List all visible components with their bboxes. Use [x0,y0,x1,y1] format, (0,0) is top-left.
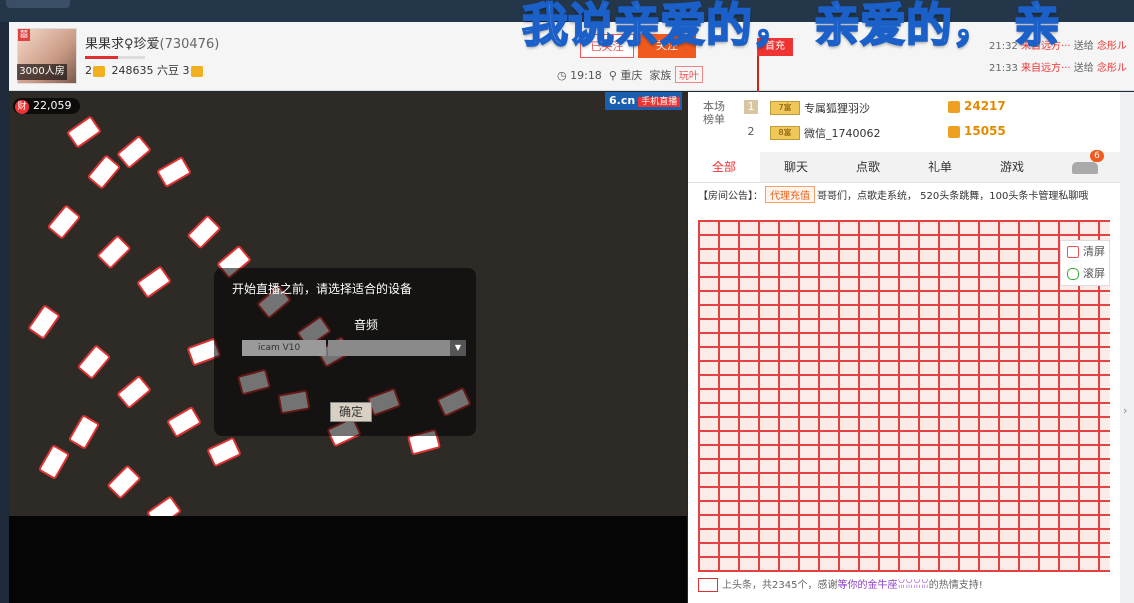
rank-score: 24217 [964,99,1006,113]
location-icon: ⚲ [608,69,617,82]
gift-badge-icon [166,405,202,439]
page-scrollbar[interactable]: › [1120,92,1134,603]
fortune-icon: 财 [15,100,29,114]
car-count-badge: 6 [1090,150,1104,162]
rank-score: 15055 [964,124,1006,138]
device-select-dialog: 开始直播之前，请选择适合的设备 音频 icam V10 ▼ 确定 [214,268,476,436]
danmu-text: 我说亲爱的， 亲爱的， 亲 [521,0,1061,52]
fan-name[interactable]: 等你的金牛座ꈍꈍꈍꈍ [837,580,928,591]
ranking-row[interactable]: 1 7富 专属狐狸羽沙 24217 [744,98,1114,118]
gift-badge-icon [76,344,112,380]
wealth-level-badge: 8富 [770,126,800,140]
dialog-title: 开始直播之前，请选择适合的设备 [232,282,413,296]
family-tag[interactable]: 玩叶 [674,66,703,83]
tab-game[interactable]: 游戏 [976,152,1048,182]
coin-icon [948,126,960,138]
ranking-header[interactable]: 本场榜单 [702,100,726,126]
tab-song[interactable]: 点歌 [832,152,904,182]
gift-badge-icon [27,303,61,341]
side-panel: 本场榜单 1 7富 专属狐狸羽沙 24217 2 8富 微信_1740062 1… [688,92,1120,603]
chevron-right-icon[interactable]: › [1123,404,1127,417]
level-b: 3 [182,64,190,77]
anchor-name-text: 果果求♀珍爱 [85,37,160,52]
crown-icon [93,65,105,77]
gift-badge-icon [156,155,192,189]
mobile-live-badge: 手机直播 [638,97,681,107]
rank-number: 1 [744,100,758,114]
gift-badge-icon [116,134,152,170]
confirm-button[interactable]: 确定 [330,402,372,422]
level-a: 2 [85,64,92,77]
audio-device-select[interactable]: ▼ [328,340,466,356]
tab-chat[interactable]: 聊天 [760,152,832,182]
avatar-badge-icon: 囍 [18,29,30,41]
agent-recharge-tag[interactable]: 代理充值 [765,186,815,203]
beans-count: 248635 六豆 [111,64,180,77]
gift-badge-icon [86,154,122,190]
fortune-value: 22,059 [33,99,72,112]
location: 重庆 [620,69,643,82]
tab-gift-list[interactable]: 礼单 [904,152,976,182]
fortune-counter: 财 22,059 [13,98,80,114]
room-notice: 【房间公告】： 代理充值 哥哥们，点歌走系统， 520头条跳舞，100头条卡管理私聊… [698,186,1088,203]
video-lower-black [9,516,687,603]
gift-badge-icon [65,115,103,149]
logo-text: 6.cn [609,94,636,107]
notice-text: 哥哥们，点歌走系统， 520头条跳舞，100头条卡管理私聊哦 [817,191,1089,202]
chat-tabs: 全部 聊天 点歌 礼单 游戏 6 [688,150,1120,183]
gift-badge-icon [67,414,101,450]
gift-icon [698,578,718,592]
family-label: 家族 [649,69,672,82]
level-progress-bar [85,56,145,59]
notice-prefix: 【房间公告】： [698,191,763,202]
wealth-level-badge: 7富 [770,101,800,115]
room-count: 3000人房 [17,64,67,80]
scroll-screen-button[interactable]: 滚屏 [1061,263,1109,285]
coin-icon [948,101,960,113]
top-tab[interactable] [6,0,70,8]
tab-all[interactable]: 全部 [688,152,760,182]
anchor-name[interactable]: 果果求♀珍爱(730476) [85,33,219,52]
video-player[interactable]: 财 22,059 6.cn 手机直播 开始直播之前，请选择适合的设备 音频 icam… [9,92,687,603]
gift-badge-icon [186,214,222,250]
gift-animation-grid [698,220,1110,572]
gift-badge-icon [116,374,152,410]
gift-badge-icon [206,436,242,468]
anchor-stats: 2 248635 六豆 3 [85,62,206,78]
rank-username: 专属狐狸羽沙 [804,102,870,115]
room-id: (730476) [159,37,220,52]
gift-badge-icon [46,204,82,240]
rank-username: 微信_1740062 [804,127,881,140]
gift-log-row: 21:33 来自远方··· 送给 念彤ル [989,63,1127,74]
chevron-down-icon: ▼ [450,340,466,356]
clock-icon: ◷ [557,69,567,82]
rank-number: 2 [747,125,755,138]
site-logo[interactable]: 6.cn 手机直播 [605,92,683,110]
gift-badge-icon [135,265,173,299]
ranking-row[interactable]: 2 8富 微信_1740062 15055 [744,123,1114,143]
gift-badge-icon [96,234,132,270]
gift-badge-icon [37,444,71,480]
trash-icon [1067,246,1079,258]
chat-float-buttons: 清屏 滚屏 [1060,240,1110,286]
car-icon[interactable] [1072,162,1098,174]
audio-label: 音频 [354,318,379,332]
room-meta: ◷ 19:18 ⚲ 重庆 家族 玩叶 [557,66,703,83]
gift-badge-icon [106,464,142,500]
check-circle-icon [1067,268,1079,280]
headline-thanks: 上头条，共2345个，感谢等你的金牛座ꈍꈍꈍꈍ的热情支持! [698,576,983,592]
clear-screen-button[interactable]: 清屏 [1061,241,1109,263]
stream-time: 19:18 [570,69,602,82]
crown-icon [190,65,203,77]
video-device-select[interactable]: icam V10 [242,340,326,356]
